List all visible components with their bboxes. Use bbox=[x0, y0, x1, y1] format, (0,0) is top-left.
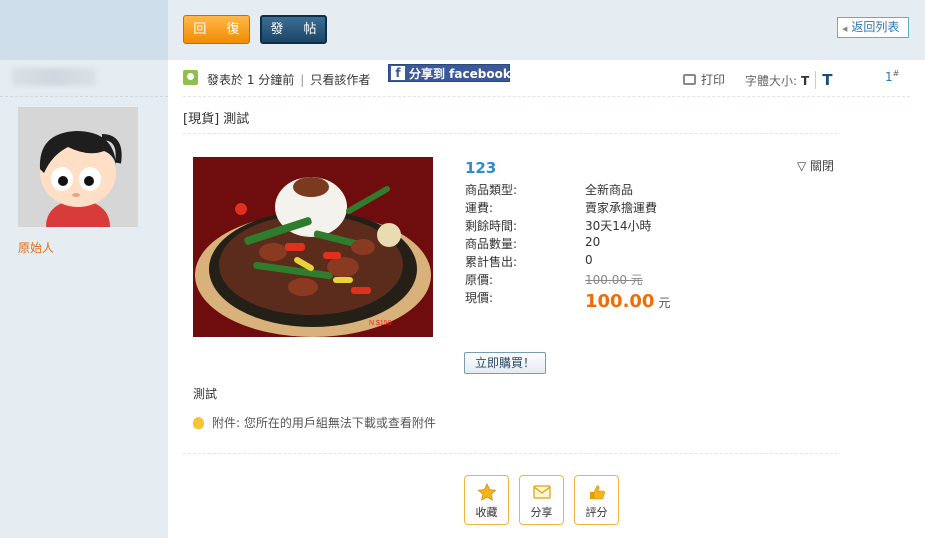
author-role: 原始人 bbox=[18, 241, 55, 255]
svg-text:N $150: N $150 bbox=[369, 320, 392, 327]
share-facebook-label: 分享到 facebook bbox=[409, 67, 511, 81]
floor-number[interactable]: 1# bbox=[885, 69, 899, 84]
share-button[interactable]: 分享 bbox=[519, 475, 564, 525]
author-name-blurred bbox=[12, 68, 96, 86]
current-price: 100.00 元 bbox=[585, 291, 670, 312]
spec-row: 剩餘時間: 30天14小時 bbox=[465, 217, 765, 235]
back-to-list-button[interactable]: ◀ 返回列表 bbox=[837, 17, 909, 38]
lightbulb-icon bbox=[193, 417, 204, 429]
meta-divider bbox=[183, 96, 910, 97]
rate-button[interactable]: 評分 bbox=[574, 475, 619, 525]
original-price: 100.00 元 bbox=[585, 273, 643, 287]
rate-label: 評分 bbox=[585, 506, 608, 519]
post-title: [現貨] 測試 bbox=[183, 112, 250, 127]
current-price-value: 100.00 bbox=[585, 291, 655, 312]
printer-icon bbox=[683, 74, 696, 85]
favorite-label: 收藏 bbox=[475, 506, 498, 519]
post-time-text: 發表於 1 分鐘前 bbox=[207, 73, 295, 87]
product-image[interactable]: N $150 bbox=[193, 157, 433, 337]
spec-label: 商品類型: bbox=[465, 183, 518, 197]
facebook-icon: f bbox=[391, 66, 405, 80]
print-label: 打印 bbox=[701, 73, 726, 87]
envelope-icon bbox=[532, 485, 551, 499]
thumbs-up-icon bbox=[589, 485, 605, 500]
post-time: 發表於 1 分鐘前 | 只看該作者 bbox=[207, 73, 371, 87]
sidebar-header bbox=[0, 0, 168, 60]
body-divider bbox=[183, 453, 838, 454]
spec-row: 累計售出: 0 bbox=[465, 253, 765, 271]
buy-now-button[interactable]: 立即購買！ bbox=[464, 352, 546, 374]
current-price-label: 現價: bbox=[465, 291, 494, 305]
attachment-text: 附件: 您所在的用戶組無法下載或查看附件 bbox=[212, 416, 436, 430]
spec-value: 0 bbox=[585, 253, 593, 267]
chevron-left-icon: ◀ bbox=[842, 25, 848, 33]
avatar-icon bbox=[18, 107, 138, 227]
spec-row: 運費: 賣家承擔運費 bbox=[465, 199, 765, 217]
star-icon bbox=[476, 483, 497, 501]
spec-value: 30天14小時 bbox=[585, 219, 652, 233]
floor-mark: # bbox=[892, 69, 900, 78]
product-name: 123 bbox=[465, 159, 497, 177]
font-big-button[interactable]: T bbox=[815, 71, 833, 89]
favorite-button[interactable]: 收藏 bbox=[464, 475, 509, 525]
spec-value: 賣家承擔運費 bbox=[585, 201, 658, 215]
back-to-list-label: 返回列表 bbox=[851, 20, 900, 34]
post-body: 測試 bbox=[193, 387, 218, 401]
spec-label: 商品數量: bbox=[465, 237, 518, 251]
font-size-control: 字體大小: T T bbox=[745, 71, 833, 89]
share-facebook-button[interactable]: f 分享到 facebook bbox=[388, 64, 511, 82]
close-link[interactable]: ▽ 關閉 bbox=[797, 157, 834, 174]
font-small-button[interactable]: T bbox=[801, 74, 809, 88]
sizzling-plate-image: N $150 bbox=[193, 157, 433, 337]
post-meta: 發表於 1 分鐘前 | 只看該作者 f 分享到 facebook 打印 字體大小: T T… bbox=[183, 64, 910, 90]
spec-value: 20 bbox=[585, 235, 601, 249]
print-link[interactable]: 打印 bbox=[683, 71, 725, 88]
author-only-link[interactable]: 只看該作者 bbox=[310, 73, 370, 87]
attachment-notice: 附件: 您所在的用戶組無法下載或查看附件 bbox=[193, 414, 436, 431]
spec-row: 商品數量: 20 bbox=[465, 235, 765, 253]
floor-number-value: 1 bbox=[885, 70, 893, 84]
new-post-button[interactable]: 發 帖 bbox=[260, 15, 327, 44]
avatar[interactable] bbox=[18, 107, 138, 227]
spec-label: 運費: bbox=[465, 201, 494, 215]
title-divider bbox=[183, 133, 838, 134]
spec-row: 原價: 100.00 元 bbox=[465, 271, 765, 289]
sidebar-divider bbox=[0, 96, 168, 97]
product-specs: 商品類型: 全新商品 運費: 賣家承擔運費 剩餘時間: 30天14小時 商品數量: 20… bbox=[465, 181, 765, 307]
spec-label: 剩餘時間: bbox=[465, 219, 518, 233]
user-online-icon bbox=[183, 70, 198, 85]
spec-label: 累計售出: bbox=[465, 255, 518, 269]
currency-unit: 元 bbox=[658, 296, 671, 310]
reply-button[interactable]: 回 復 bbox=[183, 15, 250, 44]
font-size-label: 字體大小: bbox=[745, 74, 798, 88]
share-label: 分享 bbox=[530, 506, 553, 519]
spec-row: 商品類型: 全新商品 bbox=[465, 181, 765, 199]
spec-label: 原價: bbox=[465, 273, 494, 287]
spec-value: 全新商品 bbox=[585, 183, 634, 197]
